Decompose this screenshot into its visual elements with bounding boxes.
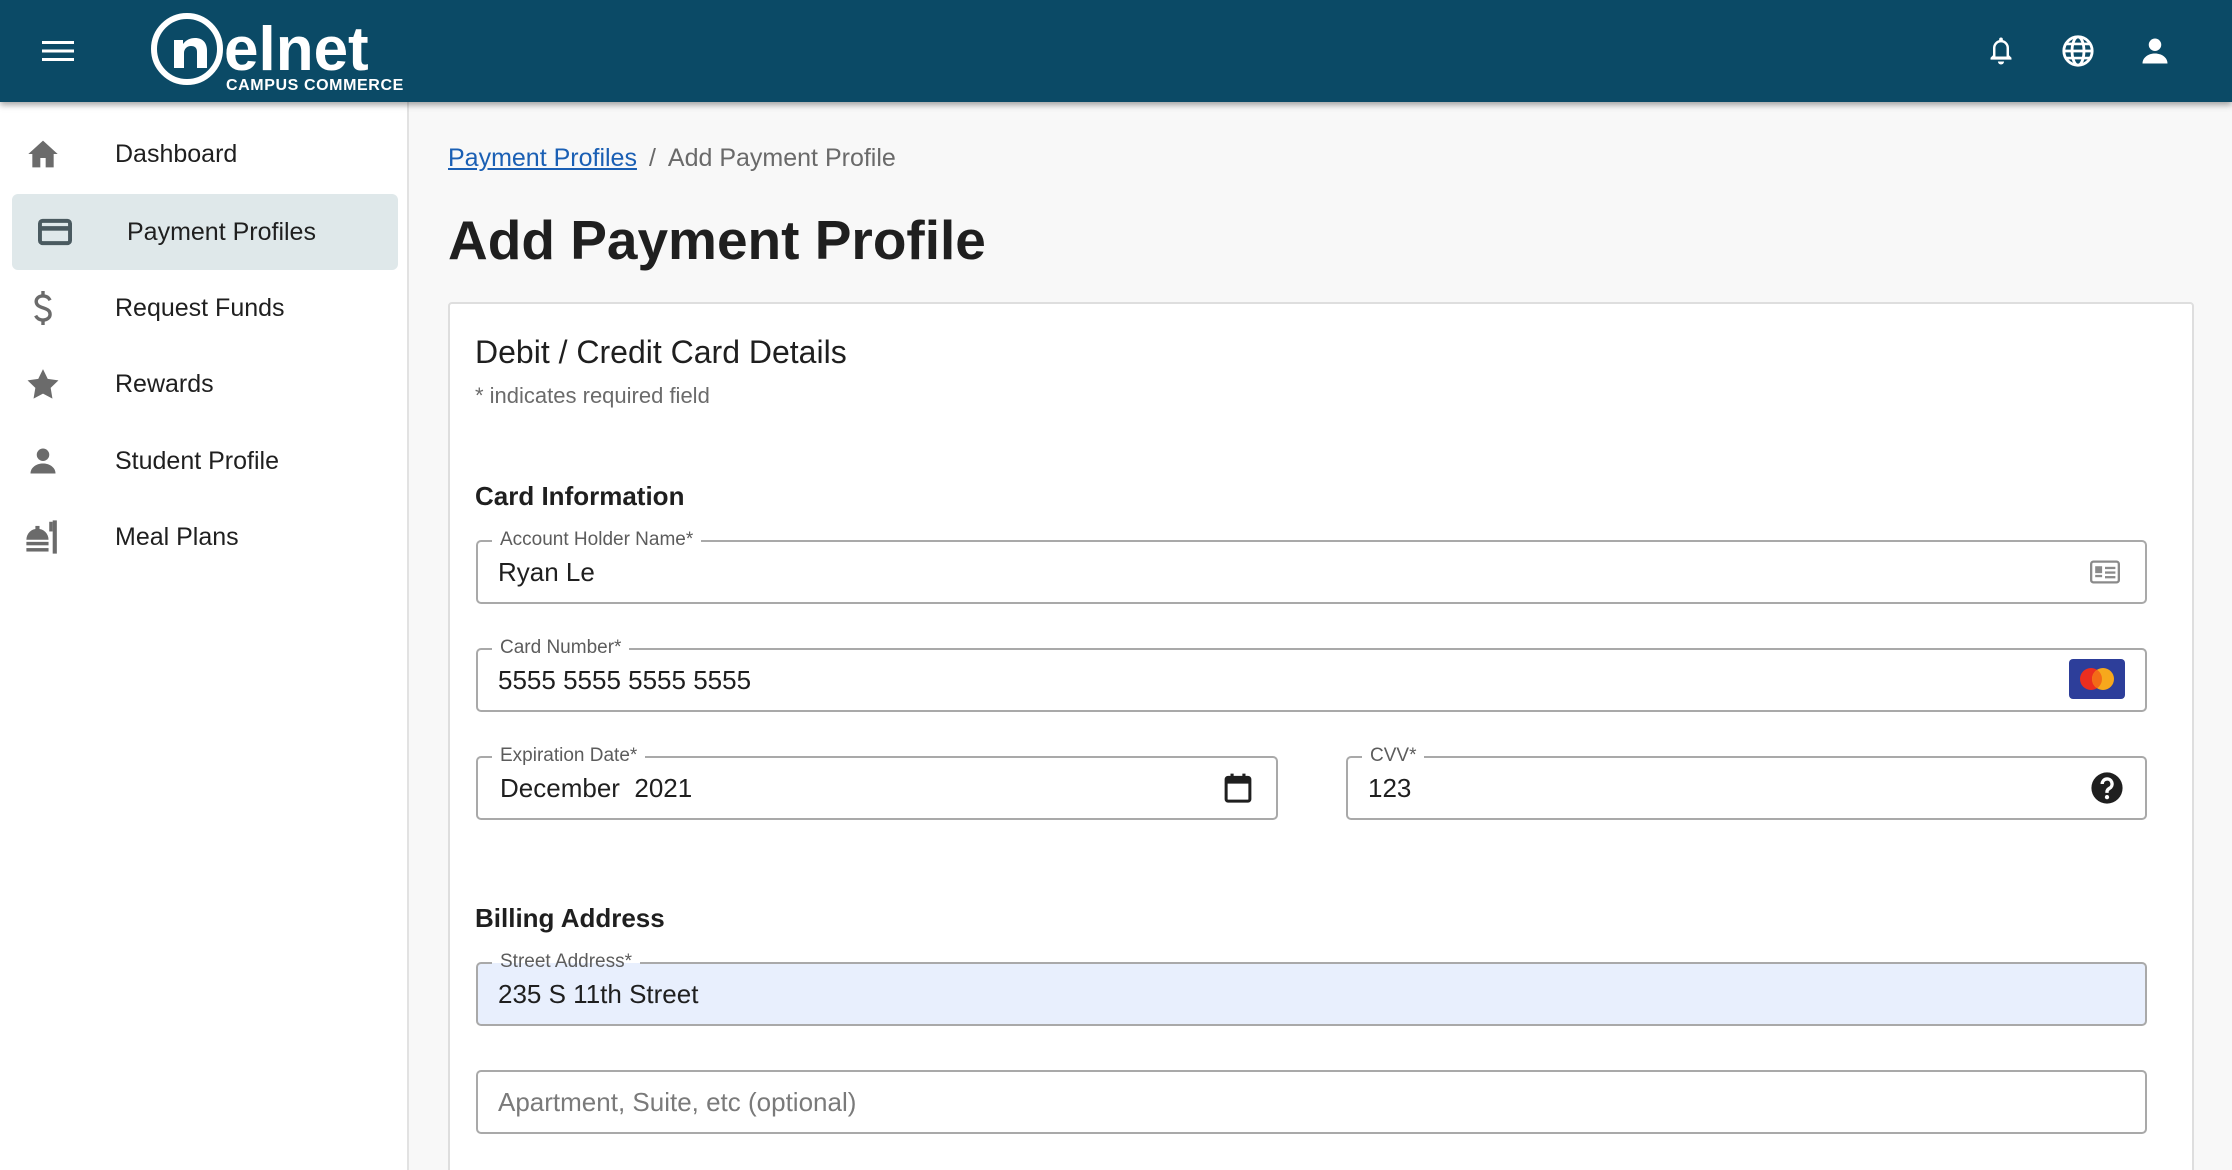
bell-icon[interactable] <box>1977 27 2025 75</box>
required-field-note: * indicates required field <box>475 383 710 408</box>
payment-form-card <box>448 302 2194 1170</box>
apartment-field[interactable] <box>476 1070 2147 1134</box>
expiration-date-input[interactable] <box>500 758 1206 818</box>
expiration-date-field[interactable]: Expiration Date* <box>476 744 1278 820</box>
dollar-icon <box>24 289 62 327</box>
globe-icon[interactable] <box>2054 27 2102 75</box>
sidebar-item-request-funds[interactable]: Request Funds <box>12 270 398 346</box>
cvv-input[interactable] <box>1368 758 2075 818</box>
billing-address-heading: Billing Address <box>475 903 665 933</box>
logo-subtext: CAMPUS COMMERCE <box>226 77 404 94</box>
sidebar-item-student-profile[interactable]: Student Profile <box>12 423 398 499</box>
calendar-icon[interactable] <box>1220 770 1256 806</box>
card-number-input[interactable] <box>498 650 2075 710</box>
page-title: Add Payment Profile <box>448 209 986 271</box>
sidebar-nav: Dashboard Payment Profiles Request Funds… <box>0 102 409 1170</box>
sidebar-item-label: Student Profile <box>115 447 279 475</box>
contact-card-icon <box>2087 554 2123 590</box>
person-icon <box>24 442 62 480</box>
home-icon <box>24 135 62 173</box>
svg-text:elnet: elnet <box>224 15 369 84</box>
breadcrumb-current: Add Payment Profile <box>667 144 896 172</box>
meal-icon <box>24 518 62 556</box>
sidebar-item-label: Meal Plans <box>115 523 239 551</box>
top-app-bar: elnet CAMPUS COMMERCE <box>0 0 2232 102</box>
street-address-field[interactable]: Street Address* <box>476 950 2147 1026</box>
apartment-input[interactable] <box>498 1072 2075 1132</box>
mastercard-icon <box>2069 659 2125 699</box>
sidebar-item-dashboard[interactable]: Dashboard <box>12 116 398 192</box>
star-icon <box>24 365 62 403</box>
breadcrumb-link-payment-profiles[interactable]: Payment Profiles <box>448 144 637 172</box>
breadcrumb: Payment Profiles / Add Payment Profile <box>448 144 896 173</box>
help-icon[interactable] <box>2089 770 2125 806</box>
credit-card-icon <box>36 213 74 251</box>
sidebar-item-label: Rewards <box>115 370 214 398</box>
card-information-heading: Card Information <box>475 481 685 511</box>
sidebar-item-payment-profiles[interactable]: Payment Profiles <box>12 194 398 270</box>
sidebar-item-meal-plans[interactable]: Meal Plans <box>12 499 398 575</box>
sidebar-item-label: Payment Profiles <box>127 218 316 246</box>
sidebar-item-label: Dashboard <box>115 140 238 168</box>
cvv-field[interactable]: CVV* <box>1346 744 2147 820</box>
card-number-field[interactable]: Card Number* <box>476 636 2147 712</box>
account-icon[interactable] <box>2131 27 2179 75</box>
form-title: Debit / Credit Card Details <box>475 334 847 370</box>
sidebar-item-rewards[interactable]: Rewards <box>12 346 398 422</box>
menu-icon[interactable] <box>34 27 82 75</box>
account-holder-name-field[interactable]: Account Holder Name* <box>476 528 2147 604</box>
account-holder-name-input[interactable] <box>498 542 2075 602</box>
street-address-input[interactable] <box>498 964 2075 1024</box>
sidebar-item-label: Request Funds <box>115 294 285 322</box>
breadcrumb-separator: / <box>648 144 656 172</box>
